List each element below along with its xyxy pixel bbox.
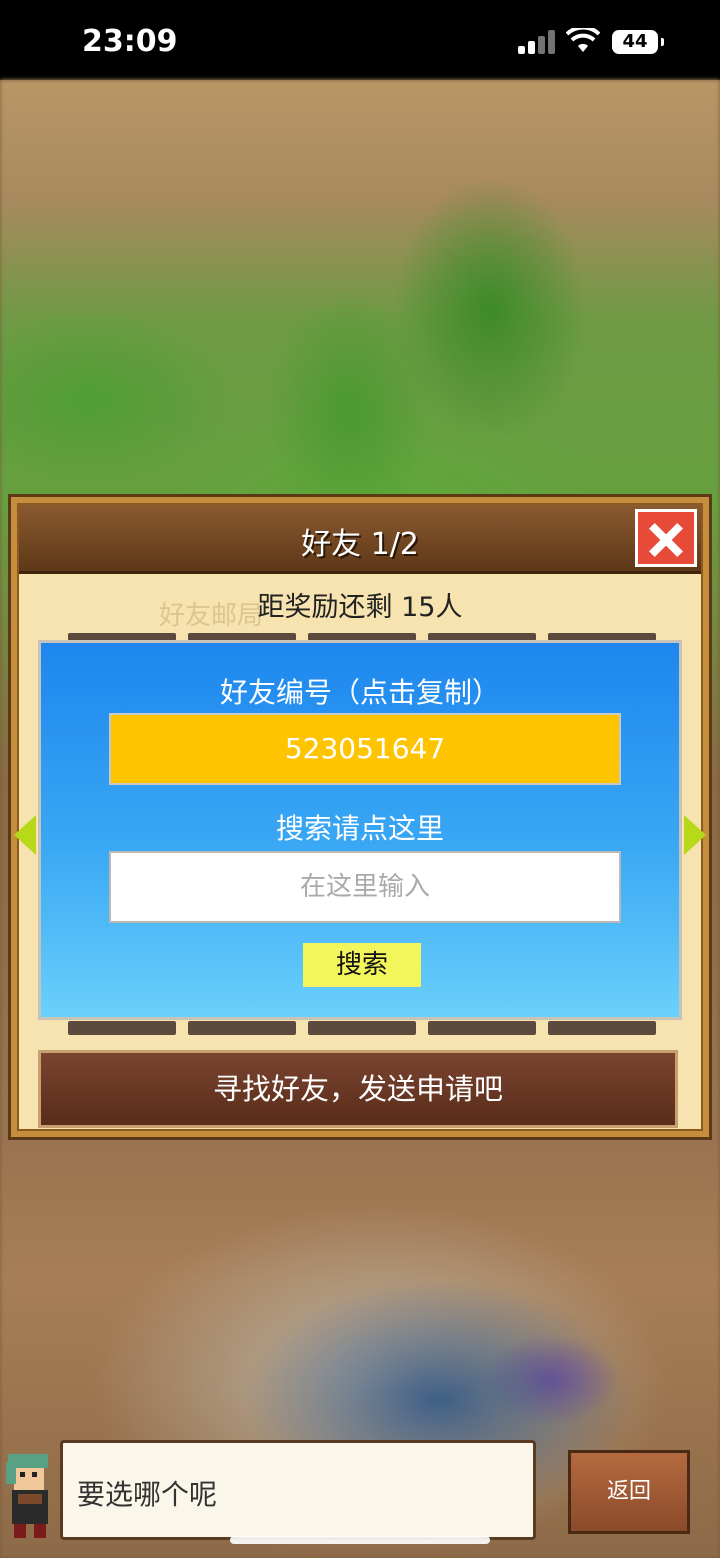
close-icon[interactable] <box>635 509 697 567</box>
reward-remaining-text: 距奖励还剩 15人 <box>257 592 463 623</box>
slot-bottom-3 <box>308 1021 416 1035</box>
slot-bottom-5 <box>548 1021 656 1035</box>
dialog-title: 好友 1/2 <box>301 527 419 562</box>
back-button[interactable]: 返回 <box>568 1450 690 1534</box>
speech-text: 要选哪个呢 <box>77 1478 218 1511</box>
search-button[interactable]: 搜索 <box>303 943 421 987</box>
friend-id-copy-button[interactable]: 523051647 <box>109 713 621 785</box>
wifi-icon <box>566 28 600 52</box>
signal-icon <box>518 30 558 54</box>
slot-bottom-4 <box>428 1021 536 1035</box>
find-friends-button[interactable]: 寻找好友，发送申请吧 <box>38 1050 678 1128</box>
battery-icon: 44 <box>612 30 664 54</box>
arrow-right-icon[interactable] <box>684 815 706 855</box>
slot-bottom-2 <box>188 1021 296 1035</box>
status-bar: 23:09 44 <box>0 0 720 80</box>
arrow-left-icon[interactable] <box>14 815 36 855</box>
slot-bottom-1 <box>68 1021 176 1035</box>
search-input[interactable] <box>109 851 621 923</box>
friend-id-label: 好友编号（点击复制） <box>219 676 500 709</box>
dialog-header: 好友 1/2 <box>19 505 701 574</box>
avatar <box>6 1454 48 1538</box>
search-label: 搜索请点这里 <box>275 812 444 845</box>
speech-bubble: 要选哪个呢 <box>60 1440 536 1540</box>
status-time: 23:09 <box>82 24 178 59</box>
friend-search-panel: 好友编号（点击复制） 523051647 搜索请点这里 搜索 <box>38 640 682 1020</box>
home-indicator[interactable] <box>230 1536 490 1544</box>
